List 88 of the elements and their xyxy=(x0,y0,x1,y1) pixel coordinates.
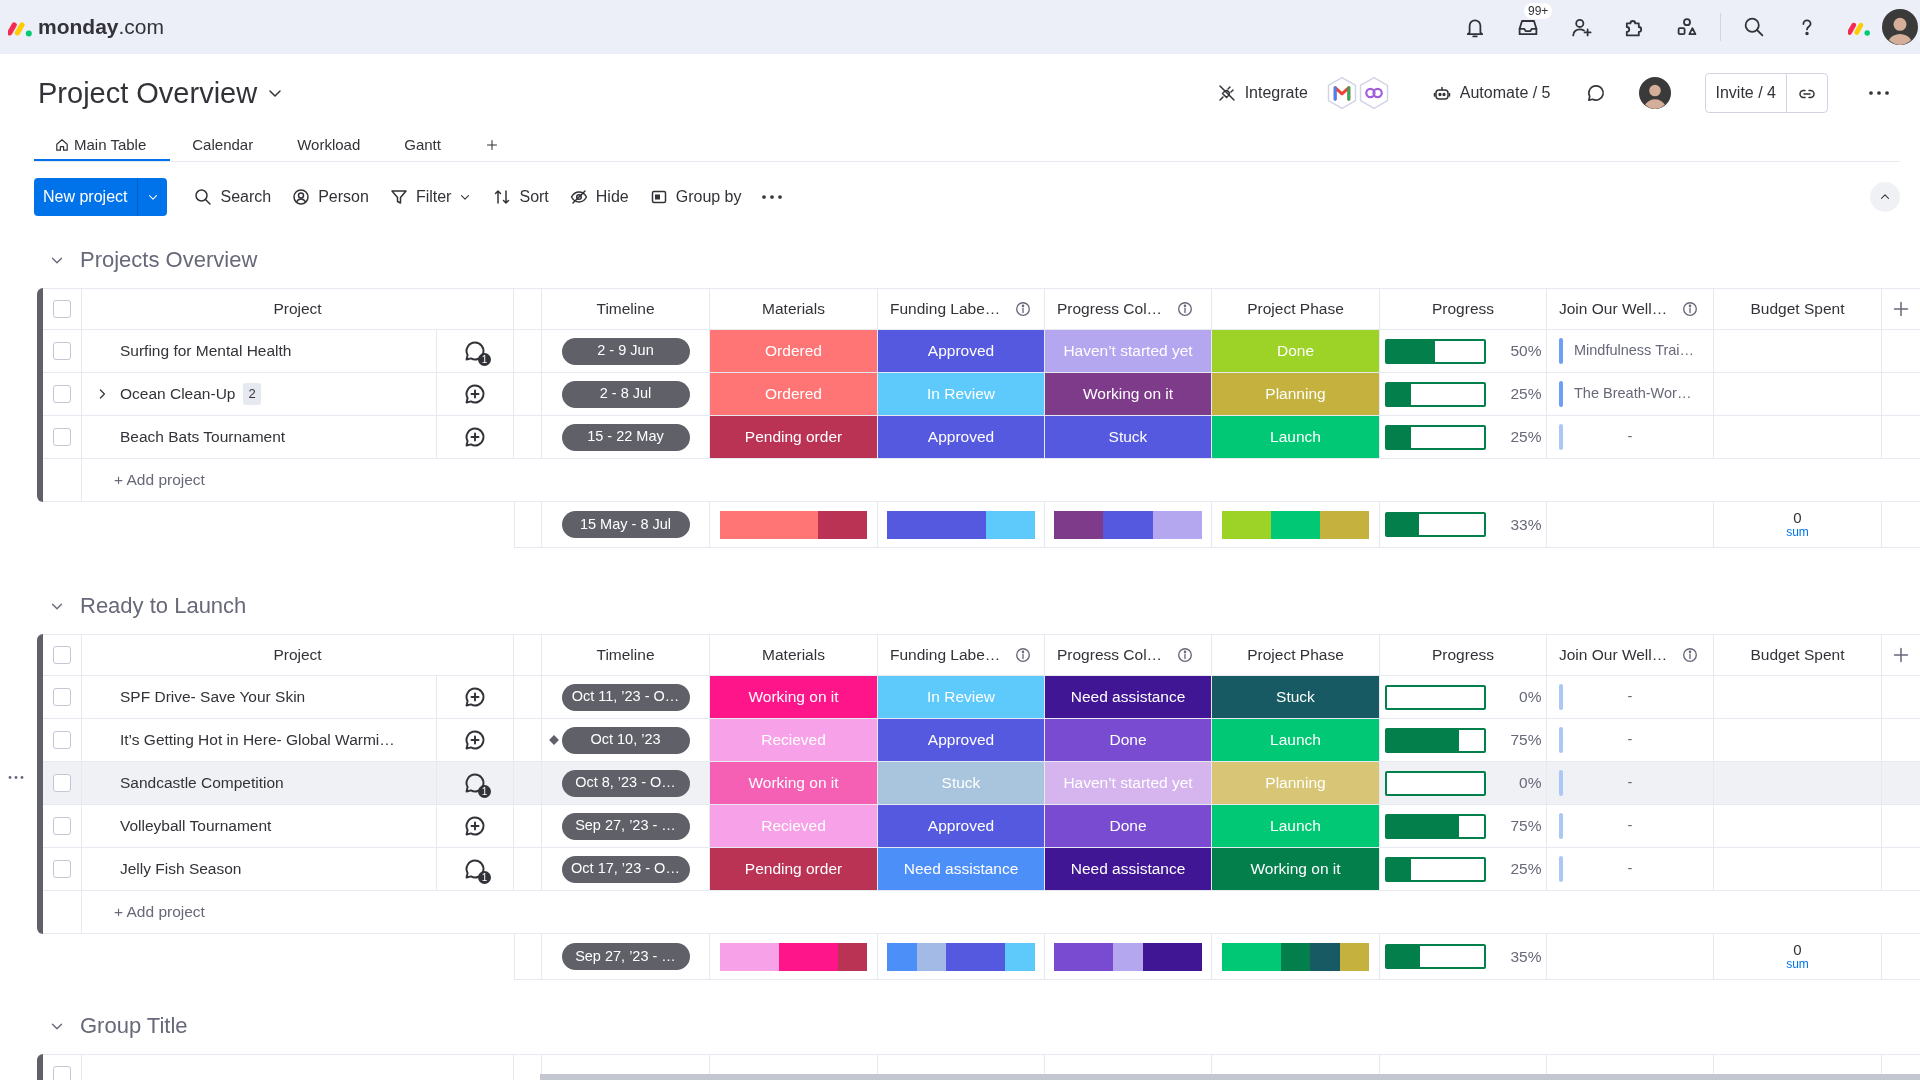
status-label[interactable]: Stuck xyxy=(1212,676,1379,718)
linked-item-text[interactable]: - xyxy=(1563,426,1713,448)
update-count-badge: 1 xyxy=(478,871,491,884)
table-row[interactable]: SPF Drive- Save Your Skin Oct 11, ’23 - O… Working on it In Review Need assistance Stuck 0% - xyxy=(43,676,1920,719)
view-tab[interactable]: Workload xyxy=(275,131,383,161)
status-label[interactable]: Working on it xyxy=(1212,848,1379,890)
integrate-button[interactable]: Integrate xyxy=(1210,77,1314,109)
filter-button[interactable]: Filter xyxy=(378,181,483,213)
status-label[interactable]: Approved xyxy=(878,805,1044,847)
add-project-link[interactable]: + Add project xyxy=(114,900,205,924)
project-name[interactable]: Ocean Clean-Up xyxy=(120,382,236,406)
sum-label: sum xyxy=(1786,958,1809,971)
notification-count-badge: 99+ xyxy=(1524,3,1553,19)
status-label[interactable]: Need assistance xyxy=(1045,676,1211,718)
progress-percent: 75% xyxy=(1509,730,1542,751)
timeline-pill[interactable]: 15 - 22 May xyxy=(561,423,690,451)
update-count-badge: 1 xyxy=(478,785,491,798)
linked-item-text[interactable]: The Breath-Wor… xyxy=(1574,383,1692,405)
person-button[interactable]: Person xyxy=(281,181,379,213)
hide-button[interactable]: Hide xyxy=(558,181,639,213)
status-label[interactable]: Working on it xyxy=(1045,373,1211,415)
status-label[interactable]: Approved xyxy=(878,416,1044,458)
timeline-pill[interactable]: 2 - 9 Jun xyxy=(561,337,690,365)
status-label[interactable]: Pending order xyxy=(710,416,877,458)
sum-label: sum xyxy=(1786,526,1809,539)
group-title[interactable]: Group Title xyxy=(80,1012,188,1040)
progress-percent: 25% xyxy=(1509,859,1542,880)
table-row[interactable]: Surfing for Mental Health 1 2 - 9 Jun Ordered Approved Haven’t started yet Done 50% Mindfulness Trai… xyxy=(43,330,1920,373)
timeline-pill[interactable]: 15 May - 8 Jul xyxy=(561,511,690,538)
progress-percent: 75% xyxy=(1509,816,1542,837)
project-name[interactable]: SPF Drive- Save Your Skin xyxy=(120,685,306,709)
project-name[interactable]: Volleyball Tournament xyxy=(120,814,272,838)
budget-sum: 0 xyxy=(1793,942,1802,959)
timeline-pill[interactable]: Oct 10, ’23 xyxy=(561,726,690,754)
status-label[interactable]: Working on it xyxy=(710,676,877,718)
progress-percent: 0% xyxy=(1518,773,1542,794)
linked-item-text[interactable]: Mindfulness Trai… xyxy=(1574,340,1695,362)
status-label[interactable]: Approved xyxy=(878,330,1044,372)
table-row[interactable]: Volleyball Tournament Sep 27, ’23 - … Recieved Approved Done Launch 75% - xyxy=(43,805,1920,848)
view-tab[interactable]: Gantt xyxy=(382,131,463,161)
add-project-link[interactable]: + Add project xyxy=(114,468,205,492)
update-count-badge: 1 xyxy=(478,353,491,366)
group-button[interactable]: Group by xyxy=(638,181,752,213)
column-header[interactable]: Project xyxy=(273,297,322,321)
automate-button[interactable]: Automate / 5 xyxy=(1425,77,1557,109)
table-row[interactable]: Sandcastle Competition 1 Oct 8, ’23 - O… Working on it Stuck Haven’t started yet Planning 0% - xyxy=(43,762,1920,805)
view-tab[interactable]: Main Table xyxy=(34,131,171,161)
new-project-button[interactable]: New project xyxy=(34,178,138,216)
table-row[interactable]: Ocean Clean-Up 2 2 - 8 Jul Ordered In Review Working on it Planning 25% The Breath-Wor… xyxy=(43,373,1920,416)
column-header[interactable]: Project xyxy=(273,643,322,667)
progress-percent: 0% xyxy=(1518,687,1542,708)
linked-item-text[interactable]: - xyxy=(1563,815,1713,837)
linked-item-text[interactable]: - xyxy=(1563,729,1713,751)
project-name[interactable]: Surfing for Mental Health xyxy=(120,339,292,363)
timeline-pill[interactable]: Sep 27, ’23 - … xyxy=(561,812,690,840)
group-title[interactable]: Ready to Launch xyxy=(80,592,247,620)
progress-percent: 50% xyxy=(1509,341,1542,362)
subitem-count-badge: 2 xyxy=(243,383,261,405)
project-name[interactable]: Jelly Fish Season xyxy=(120,857,242,881)
site-logo-text[interactable]: monday.com xyxy=(38,11,165,43)
progress-percent: 35% xyxy=(1509,946,1542,967)
status-label[interactable]: Need assistance xyxy=(1045,848,1211,890)
group-title[interactable]: Projects Overview xyxy=(80,246,258,274)
table-row[interactable]: It’s Getting Hot in Here- Global Warmi… Oct 10, ’23 Recieved Approved Done Launch 75% - xyxy=(43,719,1920,762)
linked-item-text[interactable]: - xyxy=(1563,686,1713,708)
timeline-pill[interactable]: Oct 8, ’23 - O… xyxy=(561,769,690,797)
sort-button[interactable]: Sort xyxy=(482,181,559,213)
table-row[interactable]: Jelly Fish Season 1 Oct 17, ’23 - O… Pending order Need assistance Need assistance Working on it 25% - xyxy=(43,848,1920,891)
progress-percent: 25% xyxy=(1509,427,1542,448)
status-label[interactable]: Done xyxy=(1045,805,1211,847)
timeline-pill[interactable]: Oct 11, ’23 - O… xyxy=(561,683,690,711)
search-button[interactable]: Search xyxy=(183,181,282,213)
progress-percent: 33% xyxy=(1509,514,1542,535)
budget-sum: 0 xyxy=(1793,510,1802,527)
status-label[interactable]: Approved xyxy=(878,719,1044,761)
project-name[interactable]: It’s Getting Hot in Here- Global Warmi… xyxy=(120,728,395,752)
status-label[interactable]: Pending order xyxy=(710,848,877,890)
timeline-pill[interactable]: Oct 17, ’23 - O… xyxy=(561,855,690,883)
timeline-pill[interactable]: Sep 27, ’23 - … xyxy=(561,943,690,970)
status-label[interactable]: Done xyxy=(1045,719,1211,761)
status-label[interactable]: Stuck xyxy=(1045,416,1211,458)
timeline-pill[interactable]: 2 - 8 Jul xyxy=(561,380,690,408)
project-name[interactable]: Beach Bats Tournament xyxy=(120,425,286,449)
table-row[interactable]: Beach Bats Tournament 15 - 22 May Pending order Approved Stuck Launch 25% - xyxy=(43,416,1920,459)
progress-percent: 25% xyxy=(1509,384,1542,405)
board-title: Project Overview xyxy=(38,75,258,111)
view-tab[interactable]: Calendar xyxy=(170,131,276,161)
linked-item-text[interactable]: - xyxy=(1563,858,1713,880)
